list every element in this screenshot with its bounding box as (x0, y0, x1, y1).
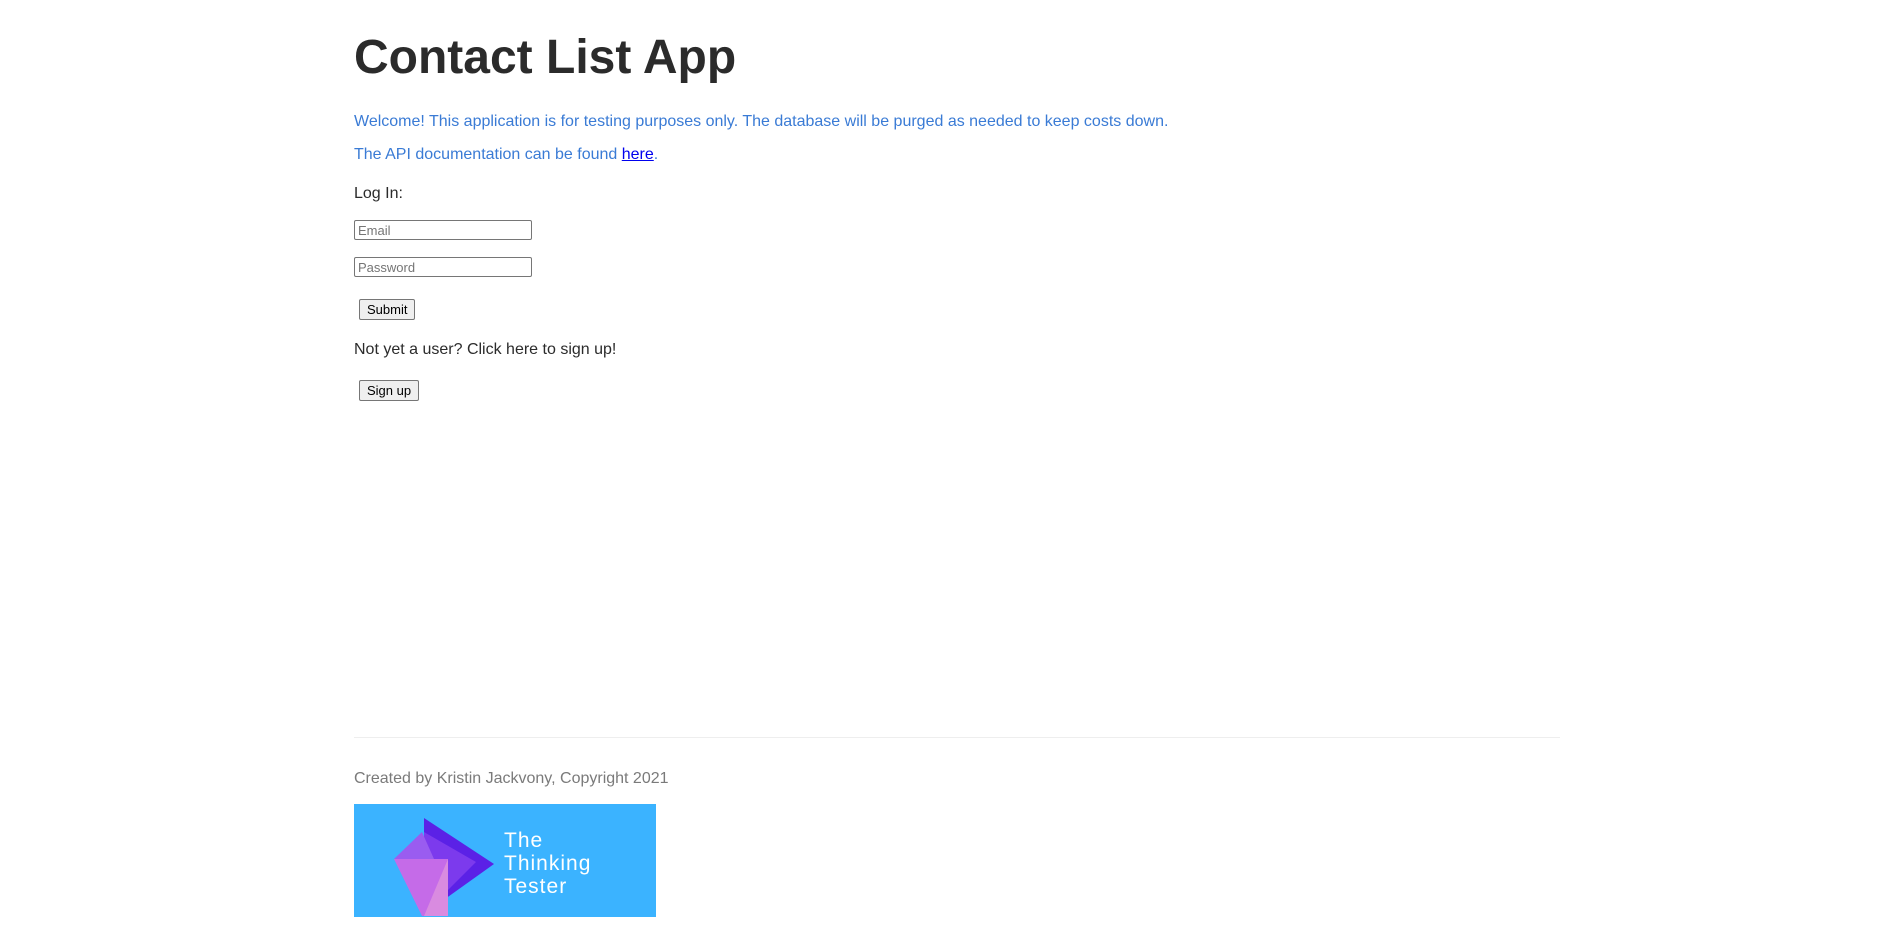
password-input[interactable] (354, 257, 532, 277)
logo-line-1: The (504, 829, 544, 852)
page: Contact List App Welcome! This applicati… (0, 0, 1904, 933)
api-doc-suffix: . (653, 146, 659, 163)
page-title: Contact List App (354, 31, 737, 84)
login-label: Log In: (354, 185, 403, 202)
api-doc-link[interactable]: here (622, 146, 654, 163)
thinking-tester-logo: The Thinking Tester (354, 804, 656, 917)
welcome-message: Welcome! This application is for testing… (354, 113, 1169, 130)
logo-wordmark: The Thinking Tester (504, 829, 591, 898)
footer-credit: Created by Kristin Jackvony, Copyright 2… (354, 770, 669, 787)
api-doc-prefix: The API documentation can be found (354, 146, 622, 163)
signup-button[interactable]: Sign up (359, 380, 420, 401)
logo-line-3: Tester (504, 875, 568, 898)
signup-prompt: Not yet a user? Click here to sign up! (354, 341, 617, 358)
logo-line-2: Thinking (504, 852, 592, 875)
footer-divider (354, 737, 1560, 738)
api-doc-line: The API documentation can be found here. (354, 145, 658, 165)
submit-button[interactable]: Submit (359, 299, 416, 320)
email-input[interactable] (354, 220, 532, 240)
